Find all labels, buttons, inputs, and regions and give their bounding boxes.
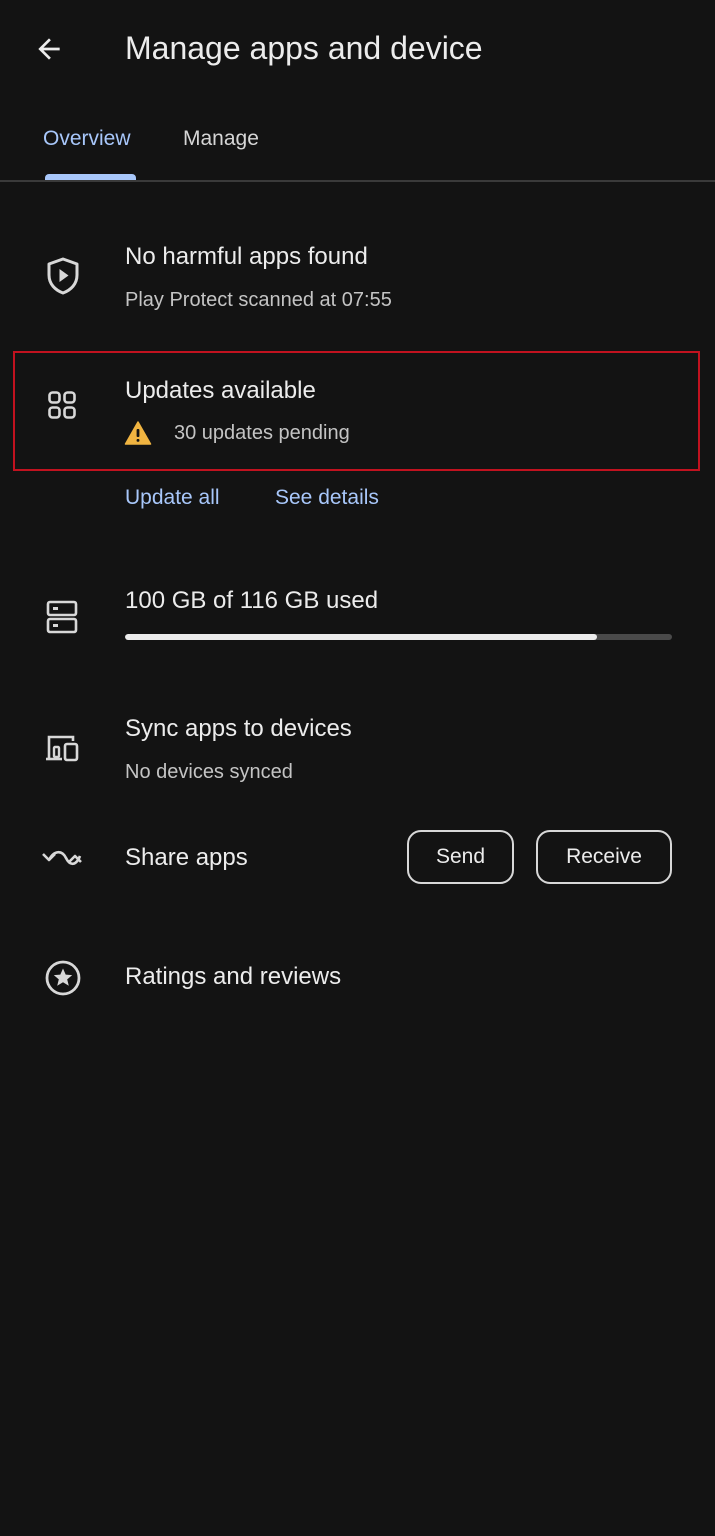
tab-manage[interactable]: Manage	[183, 124, 259, 154]
page-title: Manage apps and device	[125, 30, 483, 66]
play-protect-subtitle: Play Protect scanned at 07:55	[125, 289, 392, 311]
sync-title: Sync apps to devices	[125, 715, 352, 742]
storage-row[interactable]: 100 GB of 116 GB used	[0, 580, 715, 652]
storage-label: 100 GB of 116 GB used	[125, 587, 379, 614]
storage-progress-bar	[125, 634, 672, 640]
share-apps-icon	[40, 846, 84, 870]
tab-overview[interactable]: Overview	[43, 124, 131, 154]
share-apps-row: Share apps	[0, 836, 390, 880]
send-button[interactable]: Send	[407, 830, 514, 884]
arrow-back-icon	[38, 38, 60, 60]
see-details-button[interactable]: See details	[275, 484, 379, 512]
tabs-divider	[0, 180, 715, 182]
storage-icon	[40, 595, 84, 639]
ratings-title: Ratings and reviews	[125, 963, 342, 990]
apps-grid-icon	[40, 383, 84, 427]
ratings-row[interactable]: Ratings and reviews	[0, 950, 715, 1006]
devices-icon	[40, 726, 84, 770]
storage-progress-fill	[125, 634, 597, 640]
updates-status: 30 updates pending	[174, 422, 350, 444]
receive-button[interactable]: Receive	[536, 830, 672, 884]
update-all-button[interactable]: Update all	[125, 484, 220, 512]
share-apps-title: Share apps	[125, 844, 248, 871]
back-button[interactable]	[22, 22, 76, 76]
updates-title: Updates available	[125, 377, 316, 404]
shield-play-icon	[41, 254, 85, 298]
updates-row[interactable]: Updates available 30 updates pending	[15, 353, 698, 469]
warning-icon	[124, 420, 152, 446]
play-protect-title: No harmful apps found	[125, 243, 368, 270]
sync-row[interactable]: Sync apps to devices No devices synced	[0, 708, 715, 792]
play-protect-row[interactable]: No harmful apps found Play Protect scann…	[0, 236, 715, 320]
star-circle-icon	[41, 956, 85, 1000]
sync-subtitle: No devices synced	[125, 761, 293, 783]
